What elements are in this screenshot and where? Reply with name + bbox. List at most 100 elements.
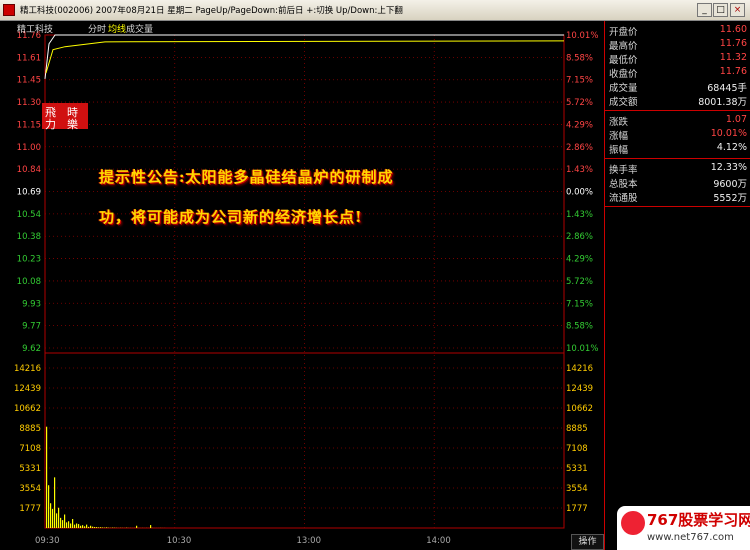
info-label: 涨跌 bbox=[609, 117, 629, 128]
stamp-char: 力 bbox=[45, 118, 56, 131]
minimize-button[interactable]: _ bbox=[697, 3, 712, 17]
info-row: 换手率 12.33% bbox=[607, 162, 747, 176]
info-value: 9600万 bbox=[713, 179, 747, 190]
info-label: 涨幅 bbox=[609, 131, 629, 142]
pct-tick-label: 8.58% bbox=[566, 322, 593, 332]
price-tick-label: 11.45 bbox=[17, 76, 41, 86]
volume-bar bbox=[68, 521, 70, 528]
watermark-sub: www.net767.com bbox=[647, 532, 734, 543]
price-tick-label: 10.23 bbox=[17, 255, 41, 265]
info-value: 8001.38万 bbox=[698, 97, 747, 108]
price-tick-label: 9.77 bbox=[22, 322, 41, 332]
volume-tick-label-right: 1777 bbox=[566, 504, 588, 514]
time-tick-label: 10:30 bbox=[167, 536, 192, 546]
price-tick-label: 10.38 bbox=[17, 232, 41, 242]
pct-tick-label: 5.72% bbox=[566, 277, 593, 287]
volume-tick-label: 1777 bbox=[19, 504, 41, 514]
price-tick-label: 9.62 bbox=[22, 344, 41, 354]
pct-tick-label: 7.15% bbox=[566, 76, 593, 86]
volume-bar bbox=[48, 485, 50, 528]
info-row: 开盘价 11.60 bbox=[607, 24, 747, 38]
volume-tick-label: 12439 bbox=[14, 384, 41, 394]
volume-bar bbox=[76, 523, 78, 528]
pct-tick-label: 1.43% bbox=[566, 210, 593, 220]
info-value: 11.76 bbox=[719, 38, 747, 49]
legend-avg-line: 均线 bbox=[108, 23, 126, 35]
price-tick-label: 10.84 bbox=[17, 165, 41, 175]
price-tick-label: 10.69 bbox=[17, 188, 41, 198]
announcement-line-1: 提示性公告:太阳能多晶硅结晶炉的研制成 bbox=[99, 168, 394, 186]
volume-bar bbox=[58, 507, 60, 528]
volume-bar bbox=[86, 524, 88, 528]
volume-bar bbox=[94, 526, 96, 528]
volume-bar bbox=[50, 503, 52, 528]
info-label: 换手率 bbox=[609, 165, 638, 176]
info-separator bbox=[605, 110, 750, 111]
pct-tick-label: 7.15% bbox=[566, 299, 593, 309]
info-value: 68445手 bbox=[707, 83, 747, 94]
volume-bar bbox=[84, 526, 86, 528]
volume-tick-label-right: 3554 bbox=[566, 484, 588, 494]
info-label: 成交量 bbox=[609, 83, 638, 94]
pct-tick-label: 2.86% bbox=[566, 232, 593, 242]
info-value: 10.01% bbox=[710, 128, 747, 139]
info-value: 11.76 bbox=[719, 66, 747, 77]
app-icon bbox=[3, 4, 15, 16]
volume-bar bbox=[82, 525, 84, 528]
info-label: 开盘价 bbox=[609, 27, 638, 38]
price-tick-label: 10.08 bbox=[17, 277, 41, 287]
volume-bar bbox=[98, 527, 100, 528]
volume-bar bbox=[64, 514, 66, 528]
volume-bar bbox=[60, 517, 62, 528]
stamp-char: 樂 bbox=[67, 118, 78, 131]
info-row: 涨跌 1.07 bbox=[607, 114, 747, 128]
info-label: 流通股 bbox=[609, 193, 638, 204]
intraday-chart[interactable]: 11.76 10.01%11.61 8.58%11.45 7.15%11.30 5.72… bbox=[0, 21, 604, 550]
close-button[interactable]: × bbox=[730, 3, 745, 17]
average-line bbox=[45, 40, 565, 74]
volume-bar bbox=[72, 518, 74, 528]
info-row: 最高价 11.76 bbox=[607, 38, 747, 52]
volume-bar bbox=[106, 527, 108, 528]
price-tick-label: 11.61 bbox=[17, 53, 41, 63]
volume-bar bbox=[90, 525, 92, 528]
watermark-logo-icon bbox=[621, 511, 645, 535]
time-tick-label: 13:00 bbox=[297, 536, 322, 546]
pct-tick-label: 5.72% bbox=[566, 98, 593, 108]
title-bar: 精工科技(002006) 2007年08月21日 星期二 PageUp/Page… bbox=[0, 0, 750, 21]
info-value: 4.12% bbox=[716, 142, 747, 153]
price-tick-label: 9.93 bbox=[22, 299, 41, 309]
seal-stamp: 飛 時 力 樂 bbox=[42, 103, 88, 131]
chart-frame bbox=[44, 34, 565, 529]
info-value: 11.60 bbox=[719, 24, 747, 35]
watermark-main: 767股票学习网 bbox=[647, 511, 750, 529]
pct-tick-label: 8.58% bbox=[566, 53, 593, 63]
info-value: 1.07 bbox=[725, 114, 747, 125]
volume-bar bbox=[150, 525, 152, 528]
quote-info-panel: 开盘价 11.60 最高价 11.76 最低价 11.32 收盘价 11.76 成交量 68445… bbox=[604, 21, 750, 550]
stock-name: 精工科技 bbox=[17, 23, 53, 35]
volume-tick-label-right: 7108 bbox=[566, 444, 588, 454]
chart-mode: 分时 bbox=[88, 23, 106, 35]
volume-tick-label-right: 5331 bbox=[566, 464, 588, 474]
volume-bar bbox=[80, 525, 82, 528]
info-label: 收盘价 bbox=[609, 69, 638, 80]
info-label: 总股本 bbox=[609, 179, 638, 190]
info-row: 成交量 68445手 bbox=[607, 80, 747, 94]
info-label: 振幅 bbox=[609, 145, 629, 156]
info-label: 最高价 bbox=[609, 41, 638, 52]
maximize-button[interactable]: □ bbox=[713, 3, 728, 17]
volume-bar bbox=[96, 527, 98, 528]
volume-bar bbox=[62, 520, 64, 528]
operations-button[interactable]: 操作 bbox=[571, 534, 604, 550]
pct-tick-label: 0.00% bbox=[566, 188, 593, 198]
pct-tick-label: 4.29% bbox=[566, 255, 593, 265]
volume-bars bbox=[46, 426, 166, 528]
volume-tick-label: 10662 bbox=[14, 404, 41, 414]
time-tick-label: 14:00 bbox=[426, 536, 451, 546]
info-row: 涨幅 10.01% bbox=[607, 128, 747, 142]
info-row: 总股本 9600万 bbox=[607, 176, 747, 190]
pct-tick-label: 1.43% bbox=[566, 165, 593, 175]
volume-bar bbox=[88, 526, 90, 528]
pct-tick-label: 2.86% bbox=[566, 143, 593, 153]
